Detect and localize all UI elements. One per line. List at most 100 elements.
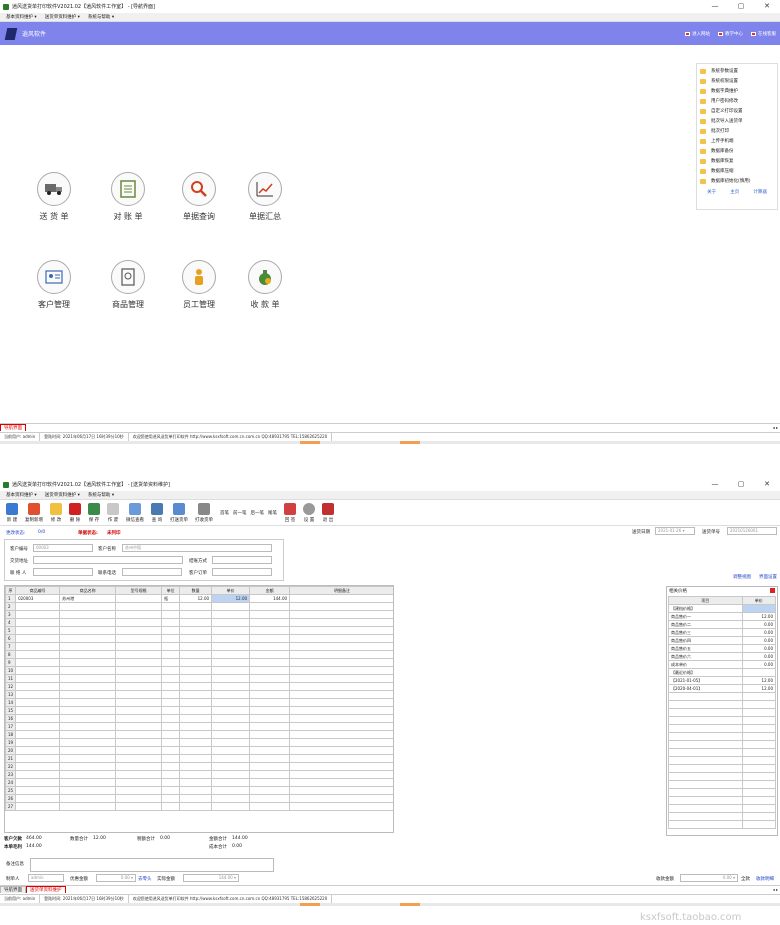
table-cell[interactable]: 14 (5, 698, 17, 707)
table-row[interactable]: 27 (5, 802, 393, 811)
table-cell[interactable] (179, 682, 213, 691)
table-cell[interactable] (211, 682, 251, 691)
table-cell[interactable] (211, 762, 251, 771)
table-cell[interactable] (249, 666, 291, 675)
table-cell[interactable] (289, 770, 393, 779)
table-cell[interactable] (115, 714, 163, 723)
table-cell[interactable] (59, 738, 117, 747)
table-cell[interactable]: 18 (5, 730, 17, 739)
table-cell[interactable] (211, 602, 251, 611)
next-button[interactable]: 后一笔 (251, 510, 265, 516)
table-cell[interactable] (289, 650, 393, 659)
sidemenu-item[interactable]: 系统参数设置 (700, 66, 774, 76)
tile-customer[interactable]: 客户管理 (24, 260, 84, 310)
sidemenu-item[interactable]: 数据字典维护 (700, 86, 774, 96)
table-row[interactable]: 2 (5, 602, 393, 611)
table-cell[interactable] (289, 786, 393, 795)
table-cell[interactable] (59, 602, 117, 611)
table-cell[interactable] (59, 690, 117, 699)
table-cell[interactable] (161, 778, 181, 787)
table-cell[interactable] (211, 730, 251, 739)
table-cell[interactable] (179, 746, 213, 755)
table-cell[interactable]: 16 (5, 714, 17, 723)
table-cell[interactable] (211, 738, 251, 747)
table-cell[interactable] (59, 650, 117, 659)
table-row[interactable]: 16 (5, 714, 393, 723)
table-cell[interactable] (59, 794, 117, 803)
table-cell[interactable] (15, 746, 61, 755)
round-off-link[interactable]: 去零头 (138, 876, 152, 882)
table-cell[interactable] (161, 666, 181, 675)
table-cell[interactable] (249, 658, 291, 667)
table-cell[interactable] (179, 778, 213, 787)
table-cell[interactable] (249, 786, 291, 795)
table-cell[interactable] (249, 618, 291, 627)
table-cell[interactable] (15, 626, 61, 635)
table-cell[interactable]: 21 (5, 754, 17, 763)
sign-back-button[interactable]: 回 签 (284, 502, 296, 523)
table-cell[interactable]: 5 (5, 626, 17, 635)
sidemenu-item[interactable]: 数据库初始化(慎用) (700, 176, 774, 186)
table-cell[interactable] (179, 730, 213, 739)
table-cell[interactable] (249, 714, 291, 723)
tile-product[interactable]: 商品管理 (98, 260, 158, 310)
table-row[interactable]: 9 (5, 658, 393, 667)
table-cell[interactable] (161, 762, 181, 771)
table-cell[interactable] (249, 730, 291, 739)
table-row[interactable]: 26 (5, 794, 393, 803)
phone-input[interactable] (122, 568, 182, 576)
table-cell[interactable] (59, 618, 117, 627)
table-cell[interactable] (179, 626, 213, 635)
table-cell[interactable]: 24 (5, 778, 17, 787)
table-cell[interactable] (59, 706, 117, 715)
table-cell[interactable]: 020003 (15, 594, 61, 603)
table-cell[interactable] (211, 802, 251, 811)
table-cell[interactable] (249, 674, 291, 683)
table-cell[interactable] (179, 634, 213, 643)
actual-amount-input[interactable]: 144.00 ▾ (183, 874, 239, 882)
table-cell[interactable] (15, 666, 61, 675)
table-row[interactable]: 14 (5, 698, 393, 707)
table-cell[interactable] (59, 762, 117, 771)
table-cell[interactable]: 瓶 (161, 594, 181, 603)
table-cell[interactable] (15, 610, 61, 619)
table-row[interactable]: 13 (5, 690, 393, 699)
table-cell[interactable] (289, 738, 393, 747)
maximize-button[interactable]: ▢ (728, 0, 754, 13)
table-cell[interactable] (161, 714, 181, 723)
table-cell[interactable] (161, 698, 181, 707)
table-cell[interactable] (115, 658, 163, 667)
table-cell[interactable] (179, 754, 213, 763)
table-cell[interactable] (179, 650, 213, 659)
table-cell[interactable] (179, 658, 213, 667)
table-cell[interactable] (179, 794, 213, 803)
table-cell[interactable] (249, 794, 291, 803)
table-cell[interactable] (15, 682, 61, 691)
table-cell[interactable] (161, 690, 181, 699)
table-cell[interactable] (59, 754, 117, 763)
table-cell[interactable] (115, 786, 163, 795)
menu-delivery-data[interactable]: 送货单资料维护 ▾ (45, 492, 80, 498)
received-input[interactable]: 0.00 ▾ (680, 874, 738, 882)
table-cell[interactable] (59, 778, 117, 787)
table-cell[interactable] (161, 754, 181, 763)
close-button[interactable]: ✕ (754, 478, 780, 491)
last-button[interactable]: 尾笔 (268, 510, 277, 516)
tab-navigation[interactable]: 导航界面 (0, 424, 26, 431)
table-cell[interactable] (15, 786, 61, 795)
table-cell[interactable] (179, 690, 213, 699)
table-cell[interactable] (59, 682, 117, 691)
table-cell[interactable] (249, 778, 291, 787)
sidemenu-item[interactable]: 用户密码修改 (700, 96, 774, 106)
table-cell[interactable] (289, 802, 393, 811)
table-cell[interactable] (59, 666, 117, 675)
table-cell[interactable] (289, 746, 393, 755)
table-cell[interactable]: 13 (5, 690, 17, 699)
table-cell[interactable]: 19 (5, 738, 17, 747)
table-cell[interactable]: 3 (5, 610, 17, 619)
maximize-button[interactable]: ▢ (728, 478, 754, 491)
table-cell[interactable] (59, 698, 117, 707)
tile-delivery[interactable]: 送 货 单 (24, 172, 84, 222)
table-cell[interactable] (249, 706, 291, 715)
calculator-link[interactable]: 计算器 (753, 189, 767, 195)
